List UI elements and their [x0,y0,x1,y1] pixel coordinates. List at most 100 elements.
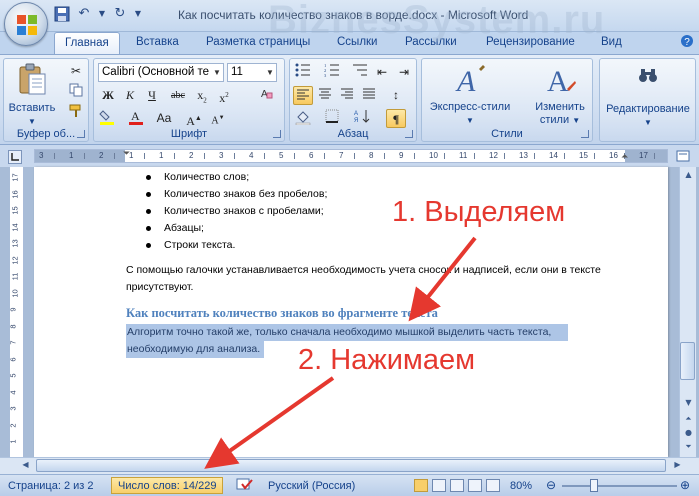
next-page-icon[interactable]: ⏷ [681,440,696,454]
word-count[interactable]: Число слов: 14/229 [111,477,224,494]
show-marks-icon[interactable]: ¶ [386,109,406,128]
highlight-icon[interactable] [98,109,118,128]
font-name-field[interactable]: Calibri (Основной те ▼ [98,63,224,82]
tab-home[interactable]: Главная [54,32,120,55]
styles-launcher-icon[interactable] [581,130,589,138]
italic-icon[interactable]: К [120,86,140,105]
paste-button[interactable]: Вставить ▼ [8,62,56,128]
sort-icon[interactable]: AЯ [352,109,372,128]
align-left-icon[interactable] [293,86,313,105]
change-case-icon[interactable]: Aa [154,109,174,128]
list-item: Строки текста. [128,237,327,254]
save-icon[interactable] [54,6,70,22]
grow-font-icon[interactable]: A▲ [184,109,204,128]
window-title: Как посчитать количество знаков в ворде.… [178,8,529,22]
increase-indent-icon[interactable]: ⇥ [394,63,414,82]
zoom-in-icon[interactable]: ⊕ [680,478,690,492]
full-screen-reading-icon[interactable] [432,479,446,492]
scroll-left-icon[interactable]: ◀ [18,458,33,472]
previous-page-icon[interactable]: ⏶ [681,412,696,426]
paste-dropdown-icon: ▼ [28,117,36,126]
selected-text-line[interactable]: Алгоритм точно такой же, только сначала … [126,324,568,341]
tab-insert[interactable]: Вставка [136,36,179,48]
bullets-icon[interactable] [293,63,313,82]
scroll-right-icon[interactable]: ▶ [670,458,685,472]
superscript-icon[interactable]: x2 [214,86,234,105]
align-center-icon[interactable] [315,86,335,105]
vertical-ruler-number: 11 [10,272,20,281]
font-name-dropdown-icon: ▼ [213,68,221,77]
align-right-icon[interactable] [337,86,357,105]
customize-qat-icon[interactable]: ▼ [134,6,142,22]
zoom-slider-knob[interactable] [590,479,598,492]
indent-marker-icon[interactable]: ⏷ [123,149,130,159]
underline-icon[interactable]: Ч [142,86,162,105]
group-font: Calibri (Основной те ▼ 11 ▼ Ж К Ч abc x2… [93,58,285,142]
paragraph-launcher-icon[interactable] [405,130,413,138]
page-indicator[interactable]: Страница: 2 из 2 [8,480,94,492]
font-size-field[interactable]: 11 ▼ [227,63,277,82]
scroll-up-icon[interactable]: ▲ [681,168,696,182]
tab-selector[interactable] [8,150,22,164]
ruler-number: 14 [549,151,558,160]
selected-text-line[interactable]: необходимую для анализа. [126,341,264,358]
numbering-icon[interactable]: 123 [322,63,342,82]
right-indent-marker-icon[interactable]: ⏶ [621,152,628,162]
clear-formatting-icon[interactable]: A [256,86,276,105]
svg-text:A: A [354,111,358,117]
borders-icon[interactable] [322,109,342,128]
office-button[interactable] [4,2,48,46]
strikethrough-icon[interactable]: abc [168,86,188,105]
draft-view-icon[interactable] [486,479,500,492]
tab-mailings[interactable]: Рассылки [405,36,457,48]
vertical-ruler-number: 14 [10,222,20,232]
proofing-icon[interactable] [236,478,254,495]
ruler-number: 17 [639,151,648,160]
undo-icon[interactable]: ↶ [76,6,92,22]
outline-view-icon[interactable] [468,479,482,492]
group-editing: Редактирование ▼ [599,58,696,142]
subscript-icon[interactable]: x2 [192,86,212,105]
vertical-ruler-number: 9 [8,307,18,312]
tab-references[interactable]: Ссылки [337,36,378,48]
vertical-scroll-thumb[interactable] [680,342,695,380]
editing-button[interactable]: Редактирование ▼ [602,67,694,129]
clipboard-launcher-icon[interactable] [77,130,85,138]
line-spacing-icon[interactable]: ↕ [386,86,406,105]
language-indicator[interactable]: Русский (Россия) [268,480,355,492]
copy-icon[interactable] [66,83,86,102]
change-styles-button[interactable]: A Изменить стили ▼ [532,63,588,127]
cut-icon[interactable]: ✂ [66,62,86,81]
font-color-icon[interactable]: A [126,109,146,128]
change-styles-dropdown-icon: ▼ [572,116,581,125]
bold-icon[interactable]: Ж [98,86,118,105]
web-layout-icon[interactable] [450,479,464,492]
tab-view[interactable]: Вид [601,36,622,48]
horizontal-ruler[interactable]: 3 1 2 1 1 2 3 4 5 6 7 8 9 10 11 12 13 14 15 16 17 ⏷ ⏶ [34,149,668,163]
undo-dropdown-icon[interactable]: ▼ [98,6,106,22]
font-launcher-icon[interactable] [273,130,281,138]
svg-text:?: ? [684,37,690,48]
vertical-ruler[interactable]: 17 16 15 14 13 12 11 10 9 8 7 6 5 4 3 2 1 [8,167,24,457]
decrease-indent-icon[interactable]: ⇤ [372,63,392,82]
shrink-font-icon[interactable]: A▼ [208,109,228,128]
vertical-ruler-number: 8 [8,323,18,329]
select-browse-object-icon[interactable]: ● [681,426,696,440]
help-icon[interactable]: ? [680,34,694,51]
print-layout-icon[interactable] [414,479,428,492]
shading-icon[interactable] [293,109,313,128]
multilevel-list-icon[interactable] [350,63,370,82]
scroll-down-icon[interactable]: ▼ [681,396,696,410]
zoom-level[interactable]: 80% [510,480,532,492]
justify-icon[interactable] [359,86,379,105]
quick-styles-button[interactable]: A Экспресс-стили ▼ [426,63,514,127]
zoom-slider[interactable] [562,485,677,487]
zoom-out-icon[interactable]: ⊖ [546,478,556,492]
format-painter-icon[interactable] [66,104,86,123]
tab-review[interactable]: Рецензирование [486,36,575,48]
redo-icon[interactable]: ↻ [112,6,128,22]
view-ruler-icon[interactable] [675,150,691,164]
ruler-tick [174,153,175,159]
tab-page-layout[interactable]: Разметка страницы [206,36,310,48]
horizontal-scroll-thumb[interactable] [36,459,666,472]
